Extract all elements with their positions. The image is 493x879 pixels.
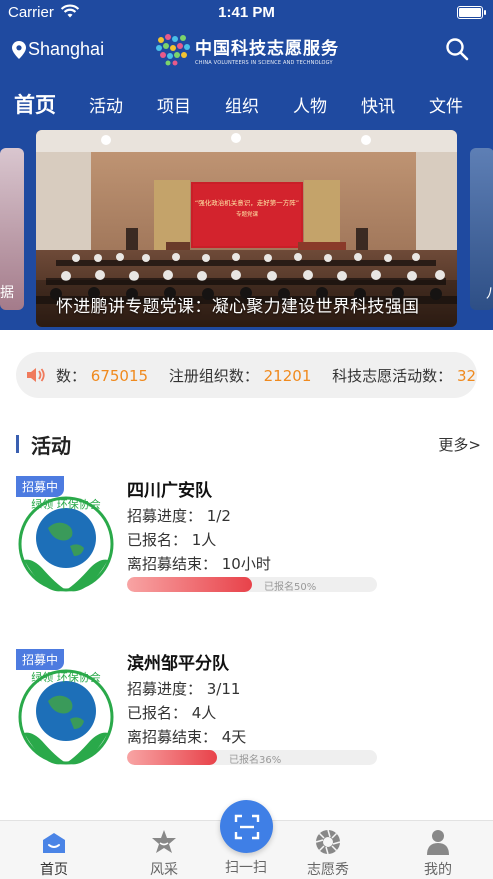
- carousel-next-slide[interactable]: 八: [470, 148, 493, 310]
- progress-fill: [127, 577, 252, 592]
- carousel-banner[interactable]: “强化政治机关意识，走好第一方阵” 专题党课 怀进鹏讲专题党课：凝心聚力建设世界…: [36, 130, 457, 327]
- search-button[interactable]: [445, 37, 469, 65]
- team-name: 四川广安队: [127, 481, 212, 501]
- recruit-progress: 招募进度： 1/2: [127, 507, 231, 525]
- banner-caption: 怀进鹏讲专题党课：凝心聚力建设世界科技强国: [56, 297, 420, 317]
- progress-text: 已报名36%: [229, 755, 282, 765]
- signed-up-count: 已报名： 1人: [127, 531, 217, 549]
- organization-logo-text: 绿领 环保协会: [31, 497, 101, 511]
- more-link[interactable]: 更多>: [438, 434, 481, 455]
- screen-title: “强化政治机关意识，走好第一方阵”: [195, 198, 299, 207]
- location-pin-icon: [12, 40, 26, 59]
- nav-showcase-label: 风采: [150, 862, 178, 878]
- top-bar: Shanghai 中国科技志愿服务 CHINA VOLUNTEERS IN SC…: [0, 28, 493, 72]
- ticker-label-3: 科技志愿活动数：: [332, 367, 453, 385]
- logo-subtitle: CHINA VOLUNTEERS IN SCIENCE AND TECHNOLO…: [195, 60, 333, 66]
- speaker-icon: [26, 366, 46, 388]
- nav-home-label: 首页: [40, 862, 68, 878]
- screen-subtitle: 专题党课: [236, 210, 259, 218]
- tab-project[interactable]: 项目: [157, 92, 191, 117]
- logo-title: 中国科技志愿服务: [195, 39, 339, 59]
- time-remaining: 离招募结束： 10小时: [127, 555, 271, 573]
- search-icon: [446, 38, 469, 61]
- signup-progress-bar: 已报名50%: [127, 577, 377, 592]
- nav-volunteer-show[interactable]: 志愿秀: [288, 821, 368, 879]
- location-selector[interactable]: Shanghai: [12, 39, 104, 60]
- scan-label: 扫一扫: [225, 860, 267, 876]
- signed-up-count: 已报名： 4人: [127, 704, 217, 722]
- app-logo: 中国科技志愿服务 CHINA VOLUNTEERS IN SCIENCE AND…: [155, 33, 339, 67]
- star-badge-icon: [124, 821, 204, 855]
- camera-aperture-icon: [288, 821, 368, 855]
- progress-text: 已报名50%: [264, 582, 317, 592]
- nav-mine[interactable]: 我的: [398, 821, 478, 879]
- nav-home[interactable]: 首页: [14, 821, 94, 879]
- recruiting-badge: 招募中: [16, 649, 65, 670]
- recruit-progress: 招募进度： 3/11: [127, 680, 241, 698]
- recruiting-badge: 招募中: [16, 476, 65, 497]
- ticker-value-2: 21201: [263, 367, 312, 385]
- ticker-label-1: 数：: [56, 367, 87, 385]
- category-tabs: 首页 活动 项目 组织 人物 快讯 文件: [14, 84, 493, 124]
- carousel-prev-slide[interactable]: 据: [0, 148, 24, 310]
- scan-button[interactable]: [220, 800, 273, 853]
- home-icon: [14, 821, 94, 855]
- tab-files[interactable]: 文件: [429, 92, 463, 117]
- tab-people[interactable]: 人物: [293, 92, 327, 117]
- ticker-text: 数： 675015 注册组织数： 21201 科技志愿活动数： 322: [56, 365, 477, 386]
- nav-showcase[interactable]: 风采: [124, 821, 204, 879]
- logo-mark-icon: [155, 33, 191, 67]
- status-bar: Carrier 1:41 PM: [0, 0, 493, 26]
- battery-icon: [457, 6, 486, 19]
- nav-mine-label: 我的: [424, 862, 452, 878]
- activity-section-header: 活动 更多>: [16, 430, 481, 460]
- user-icon: [398, 821, 478, 855]
- ticker-value-1: 675015: [90, 367, 149, 385]
- tab-activity[interactable]: 活动: [89, 92, 123, 117]
- time-remaining: 离招募结束： 4天: [127, 728, 247, 746]
- activity-card[interactable]: 绿领 环保协会 招募中 滨州邹平分队 招募进度： 3/11 已报名： 4人 离招…: [16, 649, 481, 789]
- scan-icon: [234, 814, 259, 839]
- tab-news[interactable]: 快讯: [361, 92, 395, 117]
- tab-home[interactable]: 首页: [14, 89, 56, 119]
- status-time: 1:41 PM: [218, 4, 275, 21]
- tab-organization[interactable]: 组织: [225, 92, 259, 117]
- next-slide-text: 八: [486, 283, 493, 303]
- organization-logo-text: 绿领 环保协会: [31, 670, 101, 684]
- progress-fill: [127, 750, 217, 765]
- ticker-value-3: 322: [456, 367, 477, 385]
- ticker-label-2: 注册组织数：: [168, 367, 259, 385]
- nav-volunteer-show-label: 志愿秀: [307, 862, 349, 878]
- section-title: 活动: [31, 434, 71, 458]
- team-name: 滨州邹平分队: [127, 654, 229, 674]
- signup-progress-bar: 已报名36%: [127, 750, 377, 765]
- activity-card[interactable]: 绿领 环保协会 招募中 四川广安队 招募进度： 1/2 已报名： 1人 离招募结…: [16, 476, 481, 616]
- section-accent-bar: [16, 435, 19, 453]
- location-label: Shanghai: [28, 39, 105, 59]
- stats-ticker[interactable]: 数： 675015 注册组织数： 21201 科技志愿活动数： 322: [16, 352, 477, 398]
- prev-slide-text: 据: [0, 285, 14, 301]
